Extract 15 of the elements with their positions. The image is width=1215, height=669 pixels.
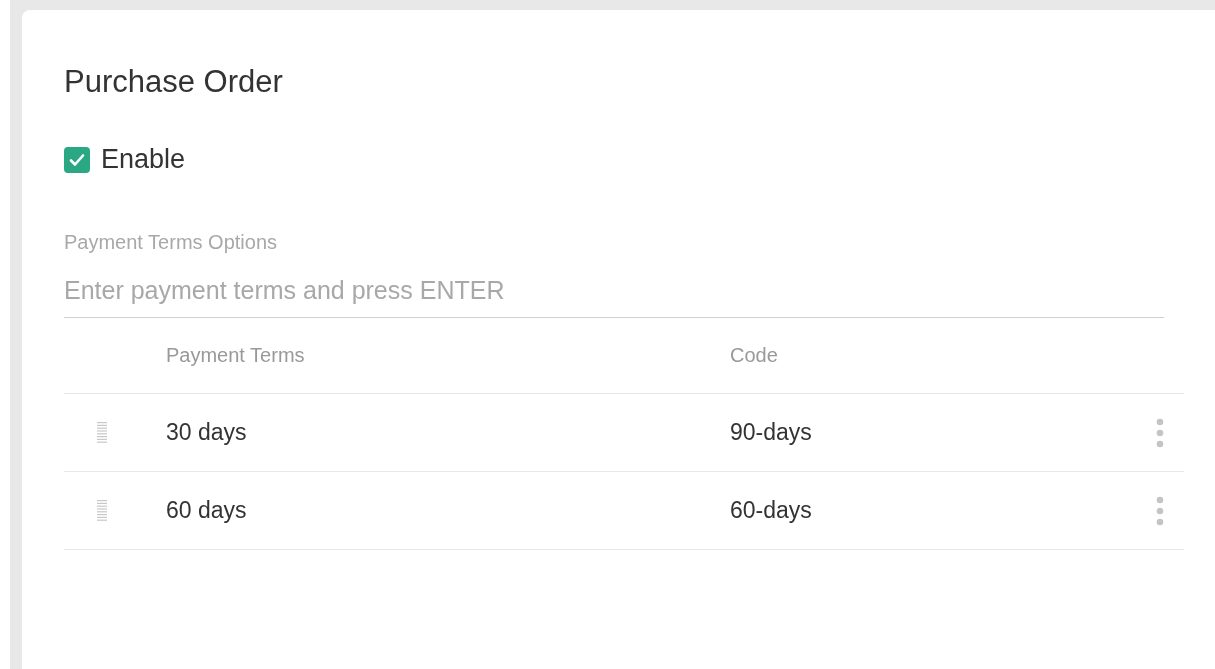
drag-handle-icon[interactable] xyxy=(97,499,107,522)
page-title: Purchase Order xyxy=(64,63,284,101)
drag-handle-icon[interactable] xyxy=(97,421,107,444)
more-options-icon[interactable] xyxy=(1156,495,1164,526)
field-label: Payment Terms Options xyxy=(64,231,279,254)
enable-checkbox[interactable] xyxy=(64,146,90,173)
payment-terms-input[interactable]: Enter payment terms and press ENTER xyxy=(64,270,1164,318)
table-cell-text: 90-days xyxy=(730,419,813,446)
enable-label: Enable xyxy=(101,144,186,175)
table-cell-text: 60 days xyxy=(166,497,248,524)
table-cell-text: 60-days xyxy=(730,497,813,524)
column-header: Payment Terms xyxy=(166,344,306,367)
table-cell-text: 30 days xyxy=(166,419,248,446)
more-options-icon[interactable] xyxy=(1156,417,1164,448)
column-header: Code xyxy=(730,344,779,367)
